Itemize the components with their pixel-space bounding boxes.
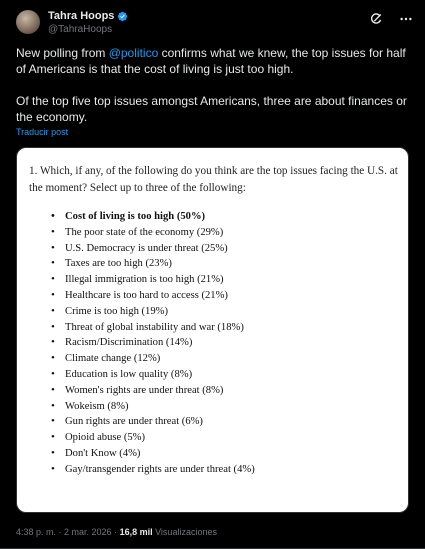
issue-item: Gay/transgender rights are under threat … — [51, 462, 255, 478]
verified-badge-icon[interactable] — [117, 11, 128, 22]
mention-link[interactable]: @politico — [109, 46, 159, 60]
issue-item: Climate change (12%) — [51, 351, 255, 367]
views-count: 16,8 mil — [119, 527, 153, 537]
issue-item: The poor state of the economy (29%) — [51, 225, 255, 241]
tweet-paragraph-2: Of the top five top issues amongst Ameri… — [16, 94, 407, 124]
post-date[interactable]: 2 mar. 2026 — [64, 527, 112, 537]
issue-item: Education is low quality (8%) — [51, 367, 255, 383]
avatar[interactable] — [16, 10, 40, 34]
issues-list: Cost of living is too high (50%) The poo… — [51, 209, 255, 478]
views-label: Visualizaciones — [152, 527, 217, 537]
issue-item: Wokeism (8%) — [51, 399, 255, 415]
issue-item: Women's rights are under threat (8%) — [51, 383, 255, 399]
issue-item: Illegal immigration is too high (21%) — [51, 272, 255, 288]
issue-item: Gun rights are under threat (6%) — [51, 414, 255, 430]
meta-separator: · — [111, 527, 120, 537]
tweet-paragraph-1: New polling from @politico confirms what… — [16, 45, 410, 77]
tweet-header: Tahra Hoops @TahraHoops — [16, 10, 413, 40]
tweet-meta: 4:38 p. m. · 2 mar. 2026 · 16,8 mil Visu… — [16, 527, 217, 537]
display-name-row: Tahra Hoops — [48, 10, 128, 23]
issue-item: Racism/Discrimination (14%) — [51, 335, 255, 351]
display-name[interactable]: Tahra Hoops — [48, 10, 114, 23]
issue-item: Cost of living is too high (50%) — [51, 209, 255, 225]
issue-item: Crime is too high (19%) — [51, 304, 255, 320]
handle[interactable]: @TahraHoops — [48, 23, 128, 36]
grok-icon[interactable] — [369, 12, 383, 26]
meta-separator: · — [56, 527, 65, 537]
header-actions — [369, 10, 413, 26]
tweet-text-lead: New polling from — [16, 46, 109, 60]
tweet-text: New polling from @politico confirms what… — [16, 45, 410, 125]
issue-item: Threat of global instability and war (18… — [51, 320, 255, 336]
poll-question: 1. Which, if any, of the following do yo… — [29, 165, 398, 194]
issue-item: Taxes are too high (23%) — [51, 256, 255, 272]
post-time[interactable]: 4:38 p. m. — [16, 527, 56, 537]
author-names: Tahra Hoops @TahraHoops — [48, 10, 128, 36]
issue-item: U.S. Democracy is under threat (25%) — [51, 241, 255, 257]
issue-item: Don't Know (4%) — [51, 446, 255, 462]
issue-item: Healthcare is too hard to access (21%) — [51, 288, 255, 304]
issue-item: Opioid abuse (5%) — [51, 430, 255, 446]
more-icon[interactable] — [399, 12, 413, 26]
tweet-image[interactable]: 1. Which, if any, of the following do yo… — [16, 147, 409, 513]
translate-link[interactable]: Traducir post — [16, 127, 68, 137]
